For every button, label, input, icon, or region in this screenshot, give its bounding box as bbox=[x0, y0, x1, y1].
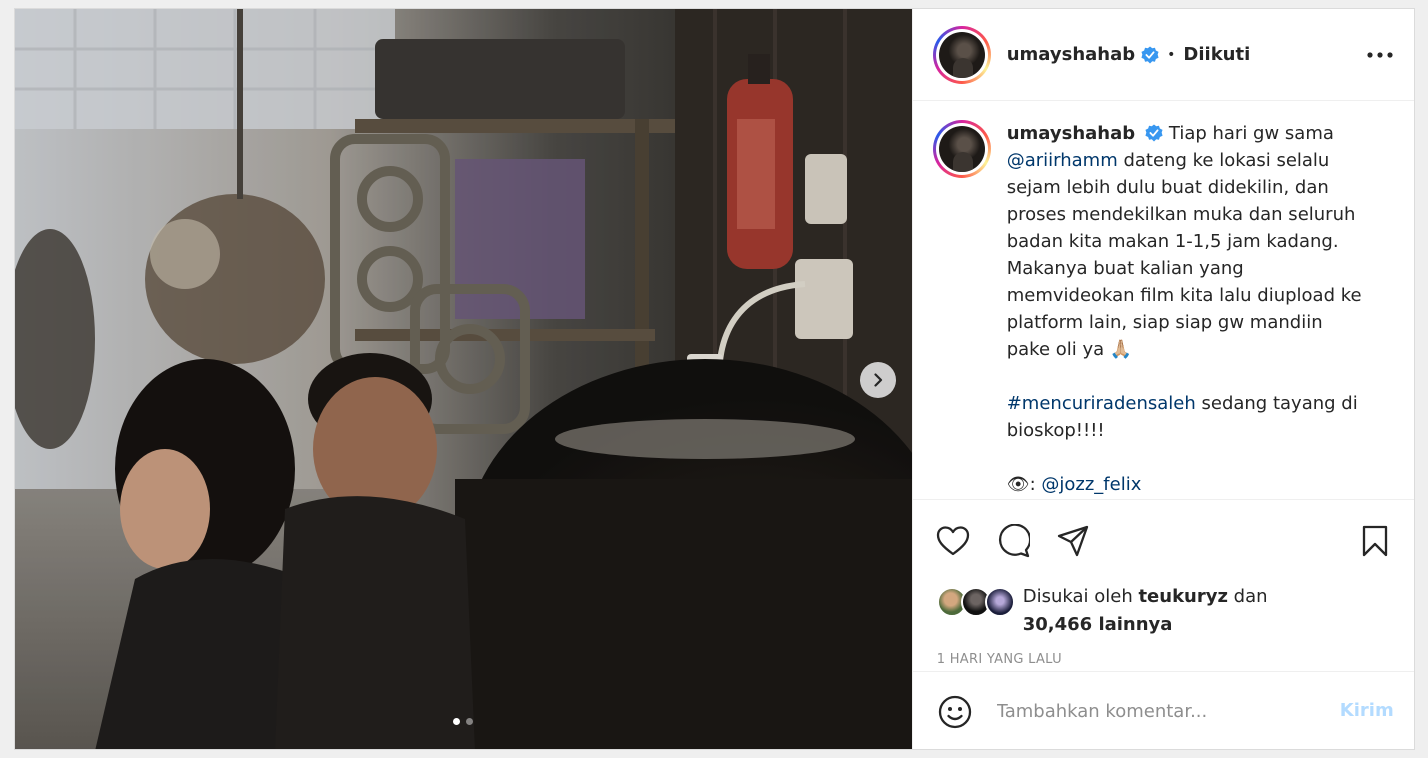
caption-body-start: Tiap hari gw sama bbox=[1168, 123, 1334, 144]
comment-button[interactable] bbox=[993, 519, 1033, 563]
caption-hashtag[interactable]: #mencuriradensaleh bbox=[1007, 393, 1196, 414]
heart-icon bbox=[936, 526, 969, 556]
liker-avatars[interactable] bbox=[936, 587, 1017, 619]
likes-count[interactable]: 30,466 lainnya bbox=[1023, 614, 1173, 635]
header-separator: • bbox=[1167, 46, 1176, 63]
share-icon bbox=[1057, 525, 1088, 557]
likes-middle: dan bbox=[1227, 586, 1268, 607]
caption-area[interactable]: umayshahab Tiap hari gw sama @ariirhamm … bbox=[912, 102, 1414, 500]
likes-prefix: Disukai oleh bbox=[1022, 586, 1139, 607]
emoji-icon bbox=[938, 695, 971, 728]
post-photo bbox=[15, 9, 912, 749]
save-button[interactable] bbox=[1355, 519, 1395, 563]
emoji-button[interactable] bbox=[935, 692, 975, 732]
post-side-panel: umayshahab • Diikuti umayshahab Tiap har… bbox=[911, 9, 1414, 749]
comment-icon bbox=[998, 524, 1030, 558]
follow-status-button[interactable]: Diikuti bbox=[1183, 44, 1250, 65]
caption-body: dateng ke lokasi selalu sejam lebih dulu… bbox=[1006, 150, 1362, 360]
comment-input[interactable] bbox=[996, 701, 1317, 722]
caption: umayshahab Tiap hari gw sama @ariirhamm … bbox=[932, 120, 1367, 499]
post-media[interactable] bbox=[15, 9, 912, 749]
share-button[interactable] bbox=[1053, 519, 1093, 563]
caption-text: umayshahab Tiap hari gw sama @ariirhamm … bbox=[1006, 120, 1367, 499]
carousel-dot bbox=[466, 718, 473, 725]
caption-mention[interactable]: @ariirhamm bbox=[1007, 150, 1118, 171]
more-options-button[interactable] bbox=[1364, 39, 1396, 71]
author-avatar[interactable] bbox=[932, 25, 991, 84]
post-header: umayshahab • Diikuti bbox=[912, 9, 1414, 101]
bookmark-icon bbox=[1362, 525, 1387, 557]
more-options-icon bbox=[1367, 52, 1393, 58]
author-username[interactable]: umayshahab bbox=[1007, 44, 1135, 65]
instagram-post: umayshahab • Diikuti umayshahab Tiap har… bbox=[14, 8, 1415, 750]
caption-author-avatar[interactable] bbox=[932, 120, 991, 178]
post-comment-button[interactable]: Kirim bbox=[1340, 700, 1394, 721]
likes-summary: Disukai oleh teukuryz dan 30,466 lainnya bbox=[936, 583, 1407, 643]
verified-badge-icon bbox=[1145, 124, 1163, 142]
avatar-image bbox=[938, 31, 985, 78]
post-timestamp[interactable]: 1 HARI YANG LALU bbox=[937, 652, 1062, 667]
verified-badge-icon bbox=[1141, 45, 1159, 64]
top-liker-username[interactable]: teukuryz bbox=[1138, 586, 1228, 607]
caption-credit-mention[interactable]: @jozz_felix bbox=[1041, 474, 1141, 495]
comment-bar: Kirim bbox=[912, 671, 1414, 749]
likes-text: Disukai oleh teukuryz dan 30,466 lainnya bbox=[1023, 583, 1268, 639]
liker-avatar bbox=[984, 587, 1015, 617]
eye-icon: 👁: bbox=[1006, 474, 1036, 495]
carousel-next-button[interactable] bbox=[860, 362, 896, 398]
caption-username[interactable]: umayshahab bbox=[1007, 123, 1135, 144]
chevron-right-icon bbox=[874, 373, 883, 387]
carousel-dot-active bbox=[453, 718, 460, 725]
like-button[interactable] bbox=[933, 519, 973, 563]
carousel-indicator bbox=[453, 718, 473, 725]
action-bar bbox=[913, 519, 1414, 563]
avatar-image bbox=[938, 126, 985, 172]
